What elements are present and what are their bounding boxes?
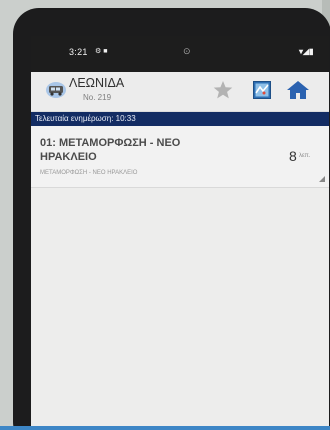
route-list-item[interactable]: 01: ΜΕΤΑΜΟΡΦΩΣΗ - ΝΕΟ ΗΡΑΚΛΕΙΟ ΜΕΤΑΜΟΡΦΩ…	[31, 126, 329, 188]
phone-frame: 3:21 ⚙ ■ ⊙ ▾◢▮ ΛΕΩΝΙΔΑ No. 219 Τελευταία…	[13, 8, 330, 430]
arrival-minutes: 8	[289, 148, 297, 164]
corner-arrow-icon	[319, 176, 325, 182]
app-screen: 3:21 ⚙ ■ ⊙ ▾◢▮ ΛΕΩΝΙΔΑ No. 219 Τελευταία…	[31, 36, 329, 430]
bottom-accent-line	[0, 426, 330, 430]
route-subtitle: ΜΕΤΑΜΟΡΦΩΣΗ - ΝΕΟ ΗΡΑΚΛΕΙΟ	[40, 170, 138, 176]
status-left-icons: ⚙ ■	[95, 48, 108, 55]
map-icon[interactable]	[253, 81, 271, 99]
home-icon[interactable]	[286, 80, 310, 100]
stop-name: ΛΕΩΝΙΔΑ	[69, 76, 125, 90]
camera-icon: ⊙	[183, 46, 191, 56]
arrival-unit: λεπ.	[299, 153, 311, 159]
route-title: 01: ΜΕΤΑΜΟΡΦΩΣΗ - ΝΕΟ ΗΡΑΚΛΕΙΟ	[40, 137, 181, 163]
status-bar: 3:21 ⚙ ■ ⊙ ▾◢▮	[31, 36, 329, 72]
star-icon[interactable]	[213, 80, 233, 100]
last-update-bar: Τελευταία ενημέρωση: 10:33	[31, 112, 329, 126]
signal-battery-icon: ▾◢▮	[299, 47, 314, 56]
app-header: ΛΕΩΝΙΔΑ No. 219	[31, 72, 329, 112]
bus-icon	[46, 82, 66, 98]
stop-number: No. 219	[83, 93, 112, 102]
status-time: 3:21	[69, 47, 88, 57]
